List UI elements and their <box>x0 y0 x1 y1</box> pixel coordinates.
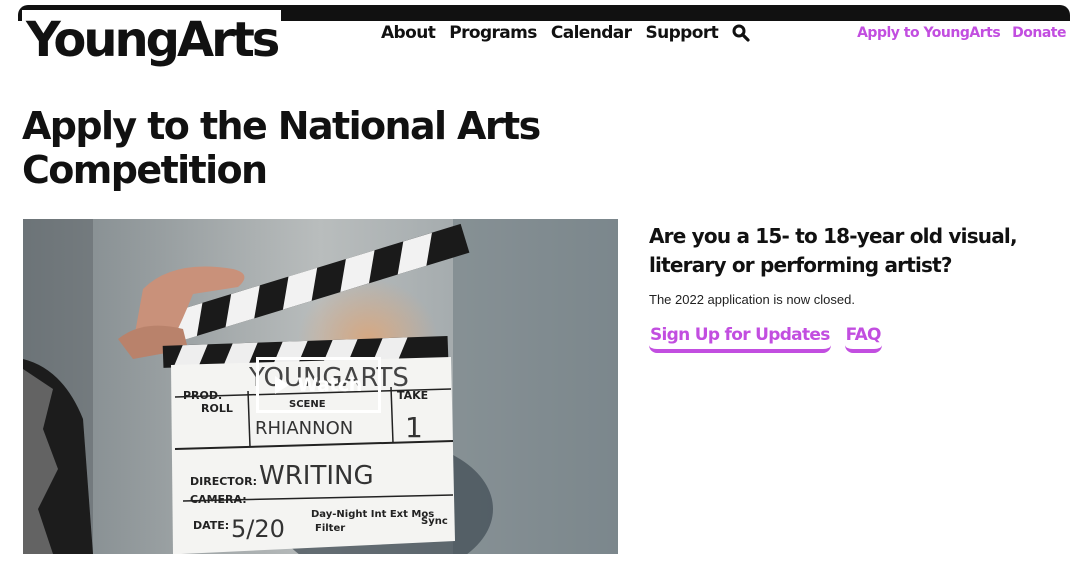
eligibility-question: Are you a 15- to 18-year old visual, lit… <box>649 224 1018 277</box>
main-nav: About Programs Calendar Support <box>381 22 750 44</box>
slate-daynight: Day-Night Int Ext Mos <box>311 509 434 520</box>
slate-director: DIRECTOR: <box>190 475 257 488</box>
nav-programs[interactable]: Programs <box>449 22 537 44</box>
slate-take: TAKE <box>397 389 428 402</box>
donate-link[interactable]: Donate <box>1012 25 1066 41</box>
slate-filter: Filter <box>315 523 345 534</box>
slate-roll: ROLL <box>201 402 233 415</box>
search-icon[interactable] <box>732 24 750 42</box>
slate-camera: CAMERA: <box>190 493 247 506</box>
slate-director-value: WRITING <box>259 461 374 491</box>
slate-date: DATE: <box>193 519 229 532</box>
slate-take-value: 1 <box>405 411 423 444</box>
watch-video-button[interactable]: Watch <box>256 357 381 413</box>
youngarts-logo[interactable]: YoungArts <box>22 10 282 70</box>
cta-row: Sign Up for Updates FAQ <box>649 324 1069 353</box>
slate-prod: PROD. <box>183 389 222 402</box>
apply-link[interactable]: Apply to YoungArts <box>857 25 1001 41</box>
video-player[interactable]: YOUNGARTS PROD. ROLL SCENE TAKE RHIANNON… <box>23 219 618 554</box>
watch-label: Watch <box>297 374 362 396</box>
play-icon <box>275 376 290 394</box>
slate-scene-value: RHIANNON <box>255 418 353 439</box>
slate-sync: Sync <box>421 516 448 527</box>
eligibility-panel: Are you a 15- to 18-year old visual, lit… <box>649 222 1069 353</box>
faq-link[interactable]: FAQ <box>844 324 882 353</box>
sign-up-updates-link[interactable]: Sign Up for Updates <box>649 324 831 353</box>
slate-date-value: 5/20 <box>231 515 285 543</box>
page-title: Apply to the National Arts Competition <box>22 104 541 192</box>
application-status: The 2022 application is now closed. <box>649 292 855 307</box>
nav-support[interactable]: Support <box>645 22 718 44</box>
utility-nav: Apply to YoungArts Donate <box>857 22 1066 44</box>
nav-calendar[interactable]: Calendar <box>551 22 632 44</box>
nav-about[interactable]: About <box>381 22 436 44</box>
